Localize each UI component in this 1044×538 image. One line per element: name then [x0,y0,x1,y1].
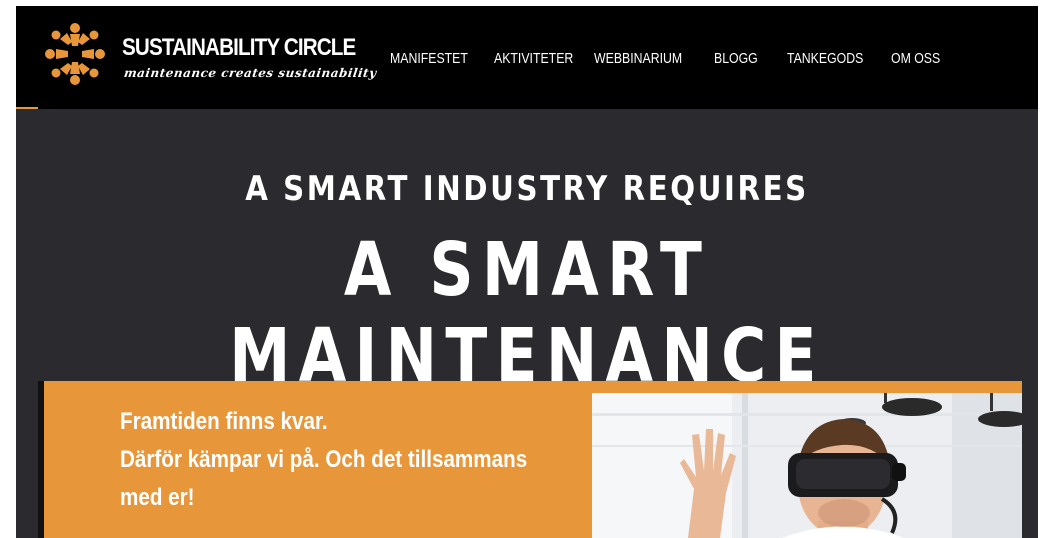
nav-item-manifestet[interactable]: MANIFESTET [390,50,475,67]
vr-headset-person-photo [592,393,1022,538]
promo-line: Framtiden finns kvar. [120,408,328,435]
main-nav: MANIFESTET AKTIVITETER WEBBINARIUM BLOGG… [390,50,961,67]
nav-item-om-oss[interactable]: OM OSS [891,50,948,67]
nav-item-webbinarium[interactable]: WEBBINARIUM [594,50,692,67]
brand-tagline: maintenance creates sustainability [123,66,378,80]
promo-left-edge [38,381,44,538]
page-frame: SUSTAINABILITY CIRCLE maintenance create… [16,6,1038,538]
nav-item-tankegods[interactable]: TANKEGODS [787,50,872,67]
site-logo-link[interactable]: SUSTAINABILITY CIRCLE maintenance create… [38,14,378,94]
brand-name: SUSTAINABILITY CIRCLE [122,34,356,61]
nav-item-blogg[interactable]: BLOGG [714,50,774,67]
promo-line: med er! [120,484,195,511]
promo-band: Framtiden finns kvar. Därför kämpar vi p… [38,381,1022,538]
photo-illustration [592,393,1022,538]
hero-heading-main: A SMART MAINTENANCE [229,227,825,399]
people-circle-icon [45,23,105,85]
site-header: SUSTAINABILITY CIRCLE maintenance create… [16,6,1038,109]
nav-item-aktiviteter[interactable]: AKTIVITETER [494,50,576,67]
promo-line: Därför kämpar vi på. Och det tillsammans [120,446,528,473]
hero-heading-top: A SMART INDUSTRY REQUIRES [245,169,809,209]
hero-banner: A SMART INDUSTRY REQUIRES A SMART MAINTE… [16,109,1038,399]
promo-text: Framtiden finns kvar. Därför kämpar vi p… [120,403,533,517]
